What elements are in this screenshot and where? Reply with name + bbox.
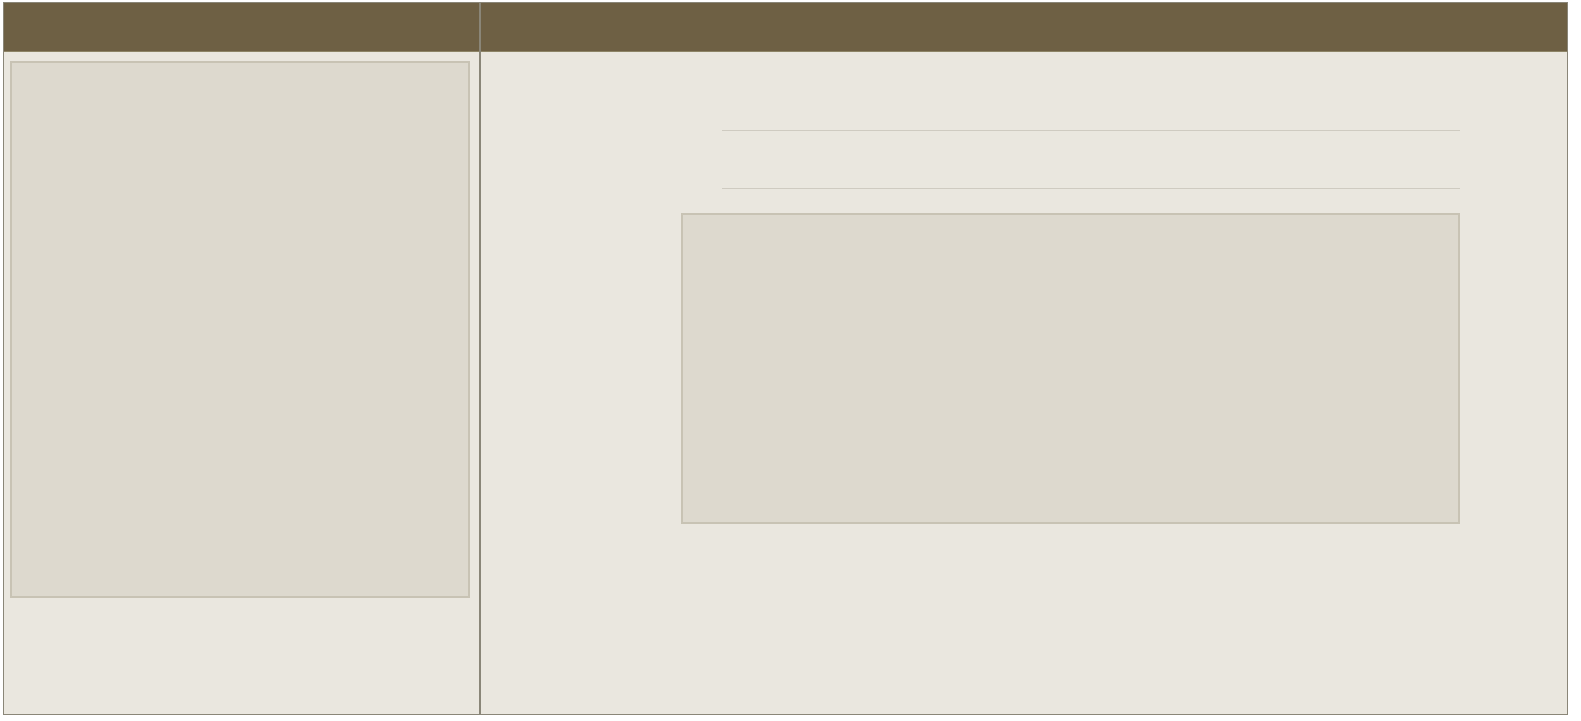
divider-bottom bbox=[722, 188, 1460, 189]
right-pane bbox=[480, 2, 1568, 715]
field-row bbox=[722, 143, 1460, 175]
right-pane-titlebar bbox=[481, 3, 1567, 52]
divider-top bbox=[722, 130, 1460, 131]
right-content-panel bbox=[681, 213, 1460, 524]
left-pane bbox=[3, 2, 480, 715]
left-content-panel bbox=[10, 61, 470, 598]
left-pane-titlebar bbox=[4, 3, 479, 52]
